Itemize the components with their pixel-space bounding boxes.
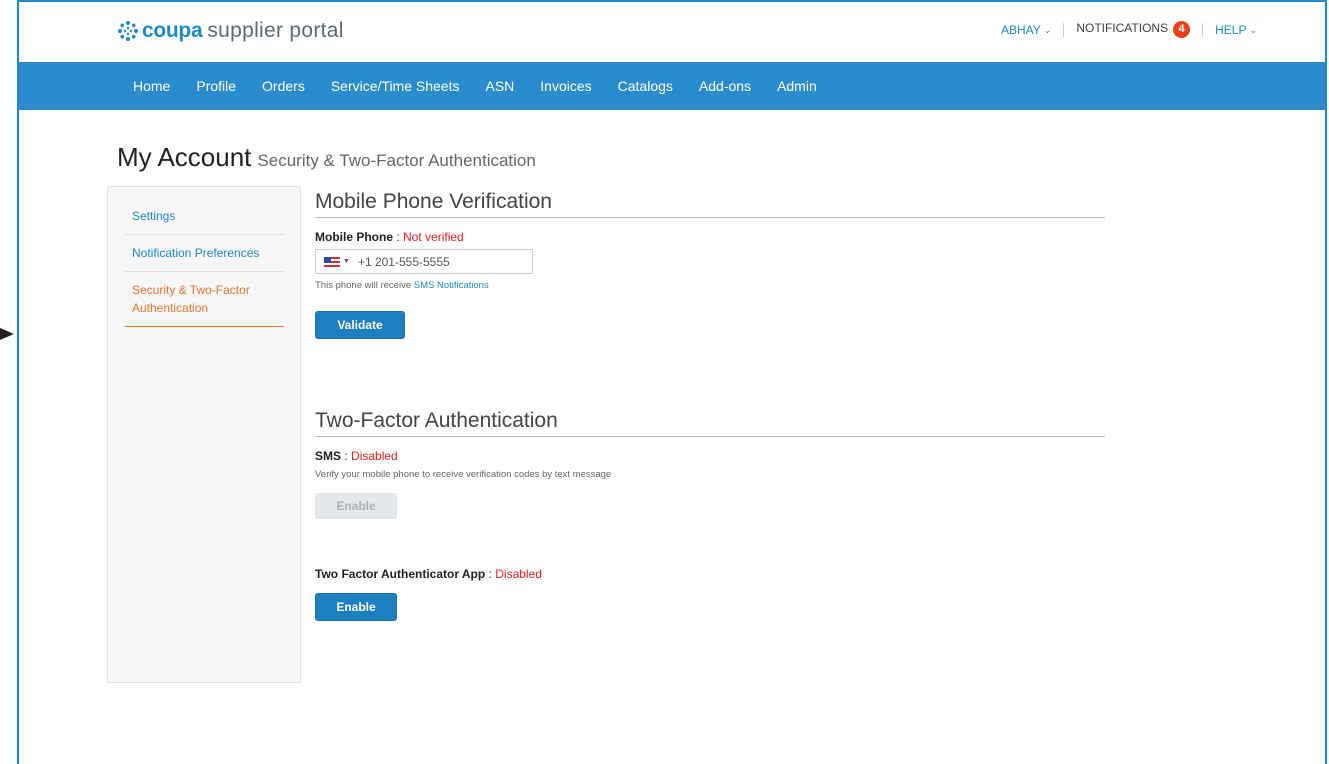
notifications-label: NOTIFICATIONS	[1076, 21, 1169, 35]
divider	[1202, 22, 1204, 37]
mobile-verification-heading: Mobile Phone Verification	[315, 190, 1105, 218]
sidebar-item-notification-preferences[interactable]: Notification Preferences	[125, 235, 284, 272]
nav-item-home[interactable]: Home	[133, 78, 170, 94]
notifications-count-badge: 4	[1173, 21, 1191, 38]
sms-status: Disabled	[351, 449, 398, 463]
help-label: HELP	[1215, 22, 1247, 37]
chevron-down-icon: ⌄	[1249, 24, 1257, 35]
two-factor-heading: Two-Factor Authentication	[315, 409, 1105, 437]
authenticator-enable-button[interactable]: Enable	[315, 593, 397, 621]
notifications-menu[interactable]: NOTIFICATIONS 4	[1076, 21, 1191, 38]
sms-label-row: SMS : Disabled	[315, 449, 1105, 463]
nav-item-add-ons[interactable]: Add-ons	[699, 78, 751, 94]
mobile-phone-status: Not verified	[403, 230, 464, 244]
nav-item-orders[interactable]: Orders	[262, 78, 305, 94]
browser-frame: coupa supplier portal ABHAY ⌄ NOTIFICATIO…	[17, 0, 1327, 764]
label-separator: :	[485, 567, 496, 581]
mobile-phone-hint: This phone will receive SMS Notification…	[315, 280, 1105, 291]
nav-item-profile[interactable]: Profile	[196, 78, 236, 94]
sms-description: Verify your mobile phone to receive veri…	[315, 469, 612, 480]
help-menu[interactable]: HELP ⌄	[1215, 23, 1257, 37]
nav-item-catalogs[interactable]: Catalogs	[618, 78, 673, 94]
hint-text: This phone will receive	[315, 280, 414, 291]
us-flag-icon[interactable]	[324, 256, 340, 267]
mobile-phone-label: Mobile Phone	[315, 230, 393, 244]
user-menu-label: ABHAY	[1000, 22, 1041, 37]
nav-item-service-time-sheets[interactable]: Service/Time Sheets	[331, 78, 460, 94]
coupa-logo[interactable]: coupa supplier portal	[117, 19, 344, 43]
chevron-down-icon: ⌄	[1043, 24, 1052, 35]
pointer-arrow-icon	[0, 328, 14, 340]
app-label-row: Two Factor Authenticator App : Disabled	[315, 567, 1105, 581]
sms-notifications-link[interactable]: SMS Notifications	[414, 280, 489, 291]
coupa-logo-icon	[118, 21, 138, 41]
label-separator: :	[393, 230, 404, 244]
mobile-phone-input[interactable]	[357, 254, 518, 269]
mobile-phone-label-row: Mobile Phone : Not verified	[315, 230, 1105, 244]
main-nav: Home Profile Orders Service/Time Sheets …	[19, 62, 1325, 110]
nav-item-asn[interactable]: ASN	[485, 78, 514, 94]
logo-text-rest: supplier portal	[207, 19, 344, 42]
page-title: My Account Security & Two-Factor Authent…	[117, 142, 536, 173]
top-header: coupa supplier portal ABHAY ⌄ NOTIFICATIO…	[19, 2, 1325, 62]
sidebar-item-security[interactable]: Security & Two-Factor Authentication	[125, 272, 284, 327]
page-title-subtitle: Security & Two-Factor Authentication	[257, 151, 536, 170]
nav-item-admin[interactable]: Admin	[777, 78, 817, 94]
mobile-phone-input-group: ▼	[315, 249, 533, 274]
user-menu[interactable]: ABHAY ⌄	[1001, 23, 1051, 37]
caret-down-icon[interactable]: ▼	[343, 258, 350, 265]
nav-item-invoices[interactable]: Invoices	[540, 78, 591, 94]
authenticator-app-label: Two Factor Authenticator App	[315, 567, 486, 581]
account-sidebar: Settings Notification Preferences Securi…	[107, 186, 301, 683]
logo-text-bold: coupa	[142, 19, 203, 42]
top-right-menu: ABHAY ⌄ NOTIFICATIONS 4 HELP ⌄	[1001, 21, 1257, 38]
authenticator-app-status: Disabled	[495, 567, 542, 581]
main-content: Mobile Phone Verification Mobile Phone :…	[315, 190, 1105, 621]
sms-label: SMS	[315, 449, 342, 463]
sms-enable-button[interactable]: Enable	[315, 493, 397, 519]
divider	[1063, 22, 1065, 37]
sidebar-item-settings[interactable]: Settings	[125, 187, 284, 235]
label-separator: :	[341, 449, 352, 463]
page-title-main: My Account	[117, 142, 252, 172]
validate-button[interactable]: Validate	[315, 311, 405, 339]
